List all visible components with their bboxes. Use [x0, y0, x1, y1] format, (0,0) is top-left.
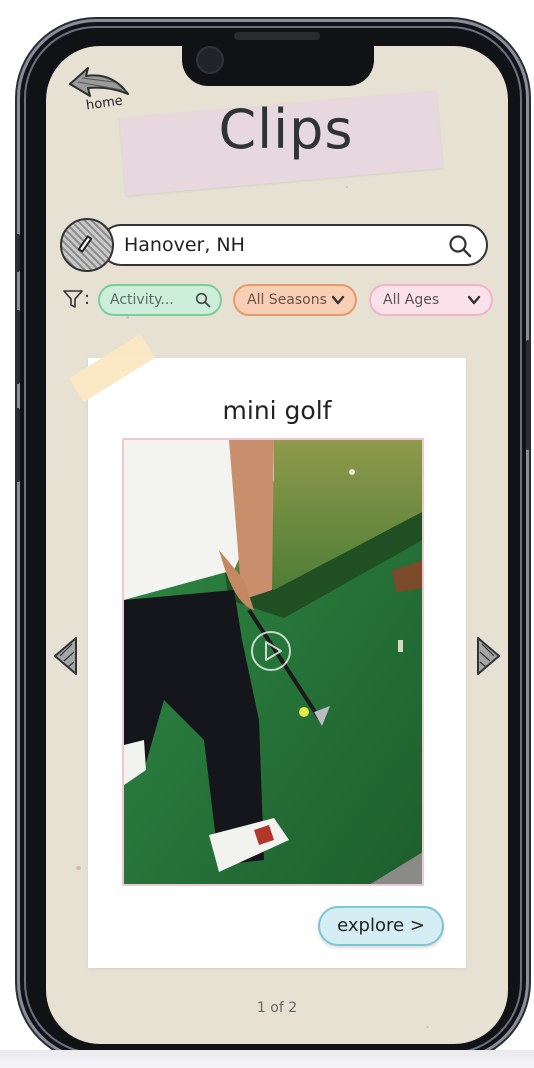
location-diamond-icon [77, 235, 93, 253]
filter-colon: : [84, 288, 91, 309]
play-icon[interactable] [250, 630, 292, 672]
speaker-bar [234, 32, 320, 40]
front-camera [196, 46, 224, 74]
power-button [526, 340, 530, 450]
page-title: Clips [218, 98, 354, 161]
activity-filter[interactable]: Activity... [98, 284, 222, 316]
activity-filter-label: Activity... [110, 292, 174, 308]
clip-title: mini golf [222, 396, 332, 425]
location-search-input[interactable]: Hanover, NH [124, 234, 245, 256]
next-arrow-icon[interactable] [474, 636, 502, 676]
explore-button[interactable]: explore > [318, 906, 444, 946]
chevron-down-icon [331, 295, 345, 305]
search-icon[interactable] [448, 234, 472, 258]
previous-arrow-icon[interactable] [52, 636, 80, 676]
ages-filter-dropdown[interactable]: All Ages [369, 284, 493, 316]
bottom-shadow [0, 1050, 534, 1068]
chevron-down-icon [467, 295, 481, 305]
mute-switch [16, 234, 20, 272]
app-screen: home Clips Hanover, NH : Activity... All… [46, 46, 508, 1044]
season-filter-label: All Seasons [247, 292, 327, 308]
funnel-icon[interactable] [62, 288, 84, 310]
ages-filter-label: All Ages [383, 292, 440, 308]
search-icon [195, 292, 211, 308]
volume-up-button [16, 310, 20, 384]
page-indicator: 1 of 2 [256, 1000, 298, 1016]
volume-down-button [16, 408, 20, 482]
season-filter-dropdown[interactable]: All Seasons [233, 284, 357, 316]
